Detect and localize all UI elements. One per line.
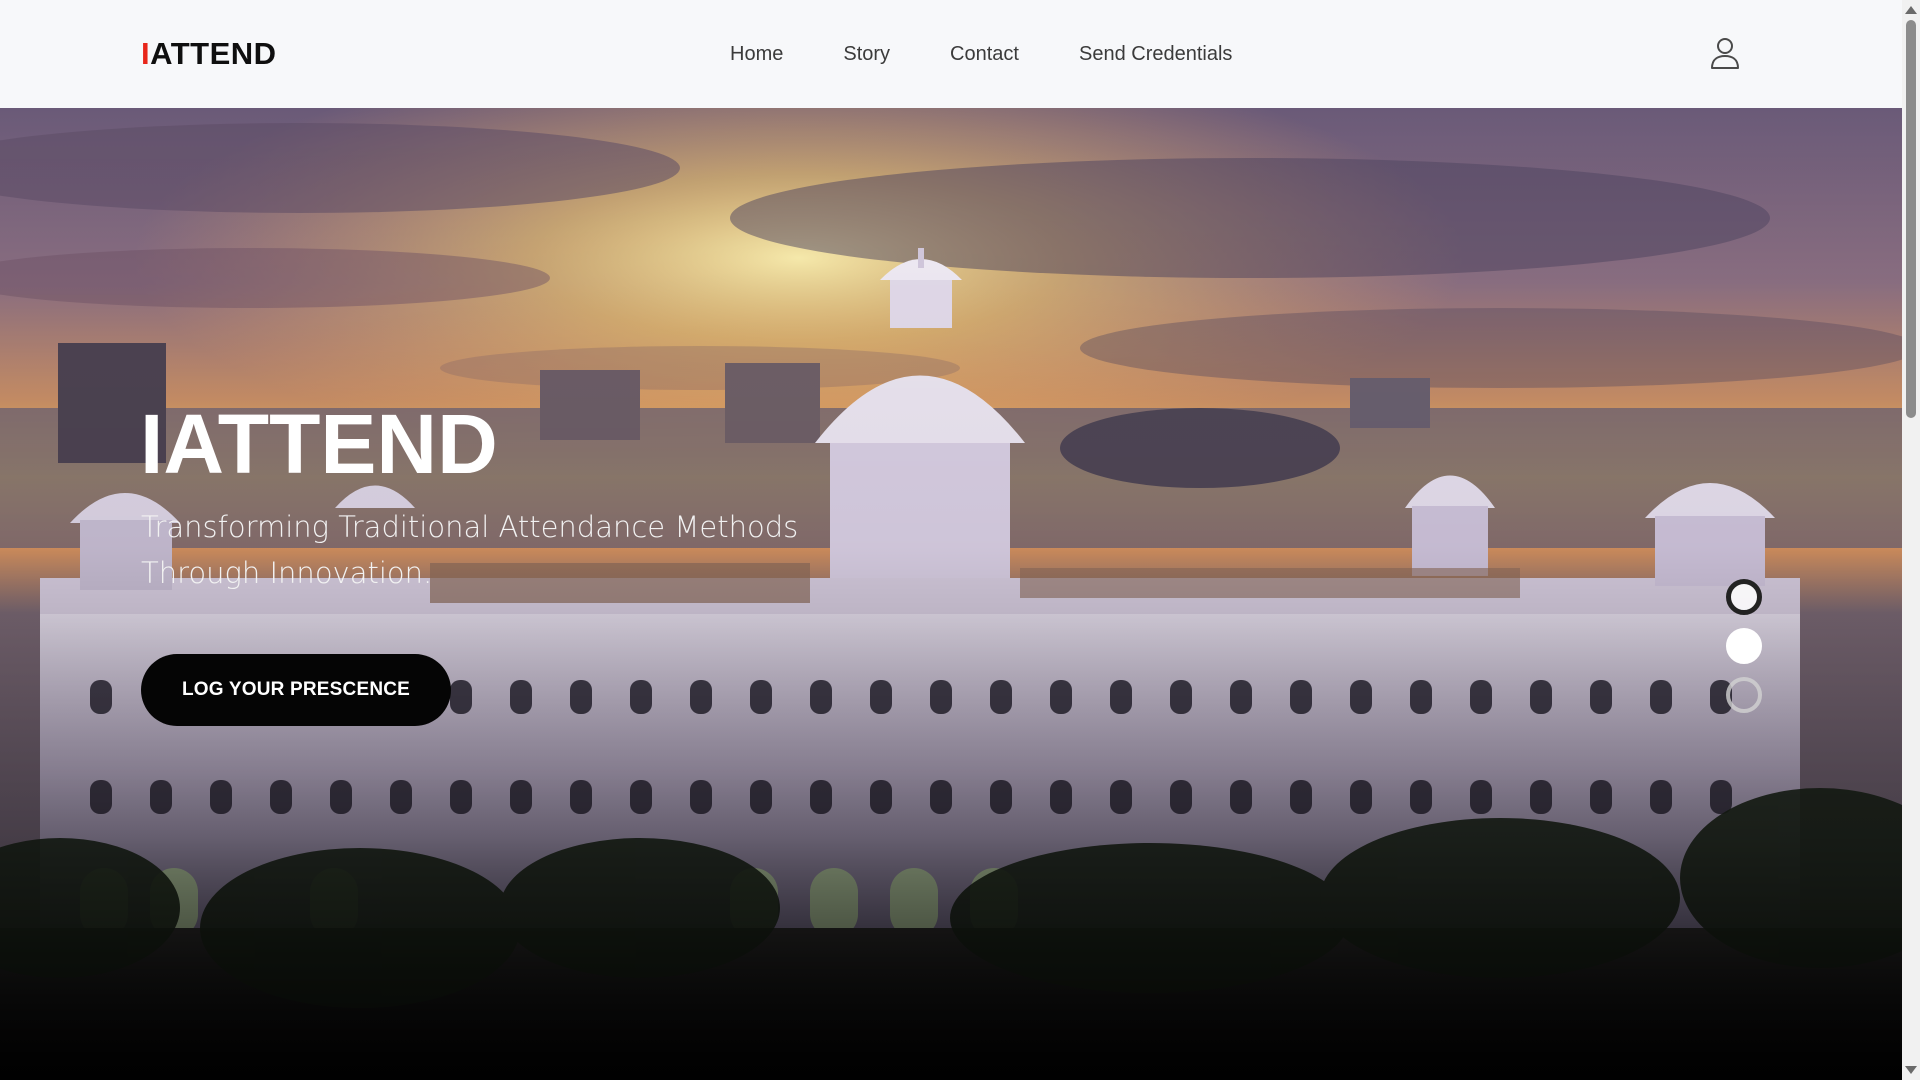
hero-subtitle: Transforming Traditional Attendance Meth… — [141, 510, 799, 590]
nav-link-story[interactable]: Story — [843, 40, 890, 68]
navbar: IATTEND Home Story Contact Send Credenti… — [0, 0, 1902, 108]
logo-accent-letter: I — [141, 36, 151, 71]
nav-link-home[interactable]: Home — [730, 40, 783, 68]
logo[interactable]: IATTEND — [141, 36, 277, 72]
vertical-scrollbar[interactable] — [1902, 0, 1920, 1080]
nav-links: Home Story Contact Send Credentials — [730, 40, 1232, 68]
triangle-down-icon[interactable] — [1902, 1062, 1920, 1078]
hero-title: IATTEND — [140, 397, 498, 491]
carousel-dot-3[interactable] — [1726, 677, 1762, 713]
nav-link-send-credentials[interactable]: Send Credentials — [1079, 40, 1232, 68]
carousel-dot-2-active[interactable] — [1726, 628, 1762, 664]
hero-section: IATTEND Transforming Traditional Attenda… — [0, 108, 1902, 1080]
carousel-indicators — [1726, 579, 1762, 713]
nav-link-contact[interactable]: Contact — [950, 40, 1019, 68]
triangle-up-icon[interactable] — [1902, 2, 1920, 18]
page: IATTEND Home Story Contact Send Credenti… — [0, 0, 1920, 1080]
user-icon[interactable] — [1710, 36, 1740, 70]
log-presence-button[interactable]: LOG YOUR PRESCENCE — [141, 654, 451, 726]
scrollbar-thumb[interactable] — [1906, 20, 1916, 418]
logo-text: ATTEND — [150, 36, 277, 71]
carousel-dot-1[interactable] — [1726, 579, 1762, 615]
